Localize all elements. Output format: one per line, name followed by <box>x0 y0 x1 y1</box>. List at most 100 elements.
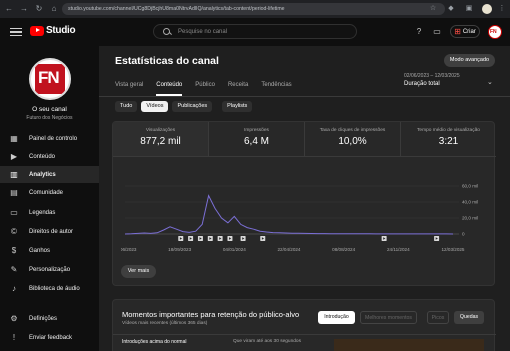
video-thumbnail[interactable] <box>334 339 484 351</box>
studio-logo[interactable]: Studio <box>30 25 76 36</box>
tab-overview[interactable]: Vista geral <box>115 82 143 96</box>
tab-content[interactable]: Conteúdo <box>156 82 183 96</box>
metric-label: Tempo médio de visualização <box>417 128 480 133</box>
sidebar-item-community[interactable]: ▤ Comunidade <box>0 184 99 201</box>
chip-posts[interactable]: Publicações <box>172 101 213 112</box>
copyright-icon: © <box>11 226 17 236</box>
sidebar-item-earn[interactable]: $ Ganhos <box>0 242 99 259</box>
search-icon <box>162 27 172 37</box>
sidebar-item-label: Comunidade <box>29 189 64 196</box>
sidebar-item-feedback[interactable]: ! Enviar feedback <box>0 329 99 346</box>
metric-impressions[interactable]: Impressões 6,4 M <box>209 122 305 156</box>
metric-value: 3:21 <box>438 136 459 147</box>
sidebar-item-label: Analytics <box>29 171 56 178</box>
advanced-mode-button[interactable]: Modo avançado <box>444 54 495 67</box>
sidebar-item-copyright[interactable]: © Direitos de autor <box>0 223 99 240</box>
tabs-divider <box>99 96 510 97</box>
metric-label: Impressões <box>244 128 269 133</box>
sidebar-item-content[interactable]: ▶ Conteúdo <box>0 148 99 165</box>
browser-profile-avatar[interactable] <box>482 4 492 14</box>
tab-trends[interactable]: Tendências <box>261 82 291 96</box>
sidebar-item-label: Enviar feedback <box>29 334 73 341</box>
dips-button[interactable]: Quedas <box>454 311 484 324</box>
reload-icon[interactable]: ↻ <box>33 3 45 15</box>
sidebar-item-dashboard[interactable]: ▦ Painel de controlo <box>0 130 99 147</box>
hamburger-menu-icon[interactable] <box>10 26 22 38</box>
metric-avg-view-duration[interactable]: Tempo médio de visualização 3:21 <box>401 122 496 156</box>
x-tick-label: 24/11/2024 <box>387 247 410 252</box>
sidebar-item-settings[interactable]: ⚙ Definições <box>0 310 99 327</box>
metric-ctr[interactable]: Taxa de cliques de impressões 10,0% <box>305 122 401 156</box>
create-plus-icon: ⊞ <box>454 26 461 36</box>
watched-30s-label: Que viram até aos 30 segundos <box>233 339 301 344</box>
menu-dots-icon[interactable]: ⋮ <box>496 3 508 15</box>
sidebar-item-audio-library[interactable]: ♪ Biblioteca de áudio <box>0 280 99 297</box>
see-more-button[interactable]: Ver mais <box>121 265 156 278</box>
message-icon[interactable]: ▭ <box>432 27 442 37</box>
chip-videos[interactable]: Vídeos <box>141 101 169 112</box>
puzzle-icon[interactable]: ▣ <box>463 3 475 15</box>
forward-icon[interactable]: → <box>18 3 30 15</box>
x-tick-label: 08/08/2024 <box>332 247 355 252</box>
sidebar-item-label: Personalização <box>29 266 71 273</box>
y-tick-label: 60,0 mil <box>462 184 478 189</box>
back-icon[interactable]: ← <box>3 3 15 15</box>
extension-icon[interactable]: ◆ <box>445 3 457 15</box>
metrics-divider <box>113 156 496 157</box>
subtitles-icon: ▭ <box>10 207 18 217</box>
sidebar-item-label: Painel de controlo <box>29 135 78 142</box>
metric-views[interactable]: Visualizações 877,2 mil <box>113 122 209 156</box>
channel-avatar[interactable] <box>29 58 71 100</box>
metric-label: Taxa de cliques de impressões <box>319 128 386 133</box>
analytics-main: Estatísticas do canal Modo avançado Vist… <box>99 46 510 351</box>
earn-icon: $ <box>11 245 17 255</box>
home-icon[interactable]: ⌂ <box>48 3 60 15</box>
help-icon[interactable]: ? <box>414 27 424 37</box>
browser-toolbar: ← → ↻ ⌂ studio.youtube.com/channel/UCg8D… <box>0 0 510 18</box>
top-moments-button[interactable]: Melhores momentos <box>360 311 417 324</box>
sidebar-item-label: Conteúdo <box>29 153 56 160</box>
studio-topbar: Studio Pesquise no canal ? ▭ ⊞ Criar <box>0 18 510 46</box>
x-tick-label: 04/01/2024 <box>223 247 246 252</box>
feedback-icon: ! <box>12 332 16 342</box>
series-line <box>124 194 454 235</box>
metric-value: 877,2 mil <box>140 136 181 147</box>
channel-name: O seu canal <box>32 106 67 113</box>
sidebar-item-label: Ganhos <box>29 247 51 254</box>
logo-text: Studio <box>46 25 76 36</box>
bookmark-star-icon[interactable]: ☆ <box>427 3 439 15</box>
chip-all[interactable]: Tudo <box>115 101 138 112</box>
settings-icon: ⚙ <box>10 313 18 323</box>
address-bar[interactable]: studio.youtube.com/channel/UCg8DjBcjhU8m… <box>62 3 445 15</box>
sidebar-item-analytics[interactable]: ▥ Analytics <box>0 166 99 183</box>
chevron-down-icon[interactable]: ⌄ <box>487 78 493 86</box>
above-normal-label: Introduções acima do normal <box>122 339 187 345</box>
tab-audience[interactable]: Público <box>195 82 215 96</box>
y-tick-label: 40,0 mil <box>462 200 478 205</box>
create-button[interactable]: ⊞ Criar <box>450 25 480 38</box>
channel-logo <box>35 64 65 94</box>
x-tick-label: 02/06/2023 <box>121 247 137 252</box>
metrics-card: Visualizações 877,2 mil Impressões 6,4 M… <box>112 121 496 286</box>
youtube-play-icon <box>30 25 44 36</box>
audio-library-icon: ♪ <box>12 283 16 293</box>
period-label: Duração total <box>404 81 440 87</box>
search-input[interactable]: Pesquise no canal <box>153 24 357 39</box>
account-avatar[interactable] <box>488 25 502 39</box>
sidebar-item-subtitles[interactable]: ▭ Legendas <box>0 204 99 221</box>
analytics-icon: ▥ <box>10 169 18 179</box>
customization-icon: ✎ <box>10 264 18 274</box>
tab-revenue[interactable]: Receita <box>228 82 248 96</box>
x-tick-label: 18/09/2023 <box>168 247 191 252</box>
content-type-chips: Tudo Vídeos Publicações Playlists <box>115 101 256 112</box>
metric-value: 10,0% <box>338 136 367 147</box>
spikes-button[interactable]: Picos <box>427 311 449 324</box>
intro-button[interactable]: Introdução <box>318 311 355 324</box>
period-selector[interactable]: 02/06/2023 – 12/03/2025 Duração total <box>404 73 460 87</box>
create-label: Criar <box>462 28 476 35</box>
chip-playlists[interactable]: Playlists <box>222 101 253 112</box>
x-tick-label: 12/03/2025 <box>442 247 465 252</box>
retention-subtitle: Vídeos mais recentes (últimos 365 dias) <box>122 321 208 326</box>
y-tick-label: 0 <box>462 232 465 237</box>
sidebar-item-customization[interactable]: ✎ Personalização <box>0 261 99 278</box>
